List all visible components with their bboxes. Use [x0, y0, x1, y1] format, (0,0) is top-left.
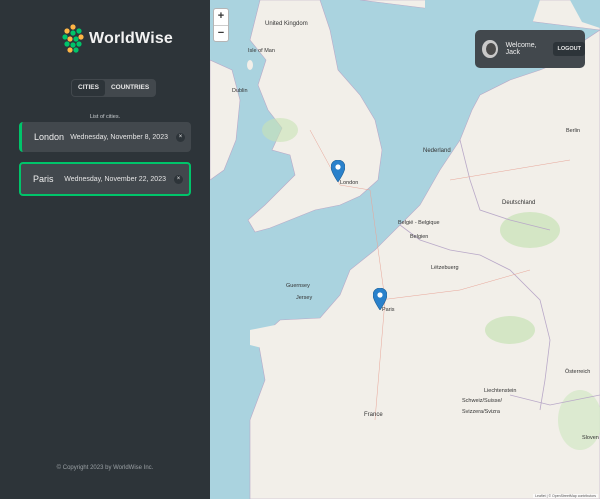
map-attribution[interactable]: Leaflet | © OpenStreetMap contributors	[533, 494, 598, 498]
map-marker-paris[interactable]	[373, 288, 387, 310]
map-label: Nederland	[423, 148, 451, 154]
city-item-paris[interactable]: Paris Wednesday, November 22, 2023 ×	[19, 162, 191, 196]
zoom-out-button[interactable]: −	[214, 25, 228, 41]
delete-city-button[interactable]: ×	[176, 132, 185, 142]
logo-icon	[62, 24, 84, 53]
map-label: Lëtzebuerg	[431, 265, 459, 271]
zoom-in-button[interactable]: +	[214, 9, 228, 25]
map-label: Jersey	[296, 295, 313, 301]
city-name: London	[34, 132, 65, 142]
map-label: Österreich	[565, 369, 591, 375]
logout-button[interactable]: Logout	[553, 42, 585, 56]
map-label: Deutschland	[502, 200, 536, 206]
map-label: Berlin	[566, 128, 581, 134]
app-name: WorldWise	[89, 30, 174, 47]
delete-city-button[interactable]: ×	[174, 174, 183, 184]
welcome-text: Welcome, Jack	[505, 42, 537, 56]
city-date: Wednesday, November 8, 2023	[70, 133, 168, 141]
city-name: Paris	[33, 174, 54, 184]
copyright: © Copyright 2023 by WorldWise Inc.	[56, 465, 154, 471]
logo[interactable]: WorldWise	[62, 22, 173, 56]
map-label: France	[364, 412, 383, 418]
map-label: Isle of Man	[248, 48, 275, 54]
view-tabs: Cities Countries	[71, 79, 157, 97]
map-label: Svizzera/Svizra	[462, 409, 500, 415]
user-panel: Welcome, Jack Logout	[475, 30, 585, 68]
map-label: Liechtenstein	[484, 388, 517, 394]
map-label: Sloven	[582, 435, 599, 441]
city-item-london[interactable]: London Wednesday, November 8, 2023 ×	[19, 122, 191, 152]
tab-cities[interactable]: Cities	[72, 80, 105, 96]
map-marker-london[interactable]	[331, 160, 345, 182]
tab-countries[interactable]: Countries	[105, 80, 155, 96]
map[interactable]: + − United Kingdom Isle of Man Dublin Lo…	[210, 0, 600, 499]
map-label: België - Belgique	[398, 220, 440, 226]
map-label: Dublin	[232, 88, 248, 94]
map-label: Belgien	[410, 234, 429, 240]
avatar	[482, 40, 498, 58]
map-label: Schweiz/Suisse/	[462, 398, 503, 404]
map-label: Guernsey	[286, 283, 310, 289]
app-root: WorldWise Cities Countries List of citie…	[0, 0, 600, 499]
sidebar: WorldWise Cities Countries List of citie…	[0, 0, 210, 499]
zoom-control: + −	[213, 8, 229, 42]
map-tiles	[210, 0, 600, 499]
city-date: Wednesday, November 22, 2023	[64, 175, 166, 183]
city-list-caption: List of cities.	[89, 114, 121, 120]
map-label: United Kingdom	[265, 21, 308, 27]
